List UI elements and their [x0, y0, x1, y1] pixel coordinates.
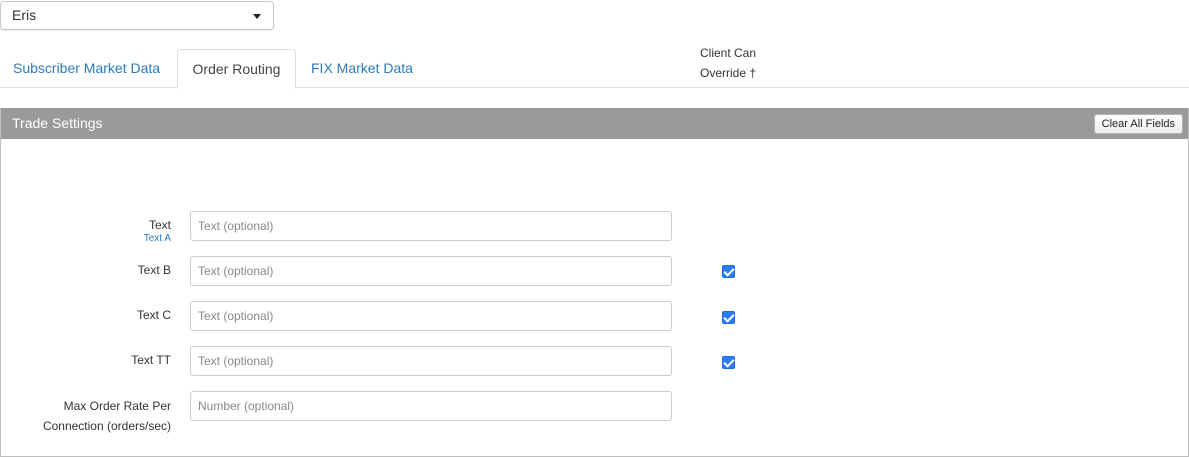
max-order-rate-label-line-2: Connection (orders/sec) [42, 419, 171, 433]
panel-title: Trade Settings [12, 115, 103, 131]
max-order-rate-label-line-1: Max Order Rate Per [63, 399, 171, 413]
venue-select-value: Eris [12, 7, 37, 23]
tab-bar: Subscriber Market Data Order Routing FIX… [0, 49, 1189, 89]
text-b-override-checkbox[interactable] [722, 265, 735, 278]
text-label-main: Text [148, 218, 171, 232]
override-header-line-2: Override † [700, 66, 757, 80]
caret-down-icon [253, 14, 261, 19]
tab-order-routing[interactable]: Order Routing [177, 49, 296, 89]
tab-subscriber-market-data[interactable]: Subscriber Market Data [13, 49, 160, 88]
tab-fix-market-data[interactable]: FIX Market Data [311, 49, 413, 88]
venue-select[interactable]: Eris [0, 1, 274, 30]
text-a-link[interactable]: Text A [144, 233, 171, 244]
client-can-override-header: Client Can Override † [700, 43, 756, 83]
text-tt-override-checkbox[interactable] [722, 356, 735, 369]
max-order-rate-label: Max Order Rate Per Connection (orders/se… [43, 396, 171, 436]
text-b-label: Text B [137, 263, 171, 277]
text-b-input[interactable] [190, 256, 672, 286]
text-label: Text Text A [144, 218, 171, 244]
max-order-rate-input[interactable] [190, 391, 672, 421]
text-tt-input[interactable] [190, 346, 672, 376]
text-input[interactable] [190, 211, 672, 241]
text-c-input[interactable] [190, 301, 672, 331]
text-c-override-checkbox[interactable] [722, 311, 735, 324]
text-c-label: Text C [136, 308, 171, 322]
clear-all-fields-button[interactable]: Clear All Fields [1093, 114, 1183, 134]
override-header-line-1: Client Can [700, 46, 757, 60]
text-tt-label: Text TT [131, 353, 171, 367]
panel-header: Trade Settings Clear All Fields [1, 108, 1188, 139]
